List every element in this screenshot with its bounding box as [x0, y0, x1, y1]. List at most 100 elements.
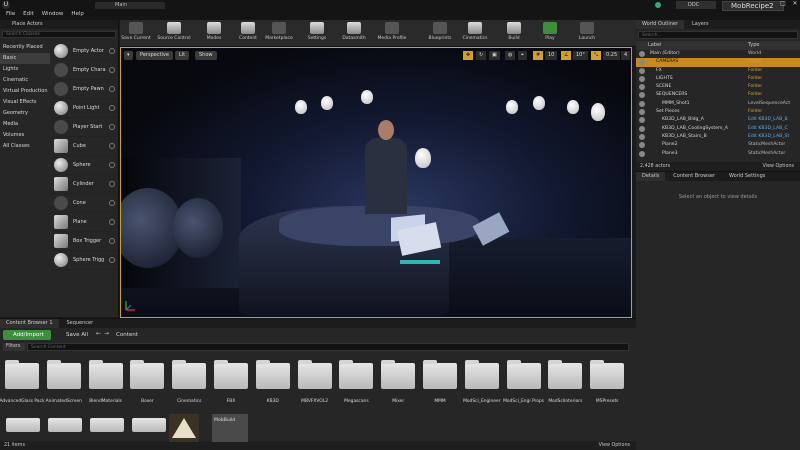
folder-item[interactable]: ModSciInteriors [546, 360, 584, 415]
folder-tile[interactable] [132, 418, 166, 432]
actor-cone[interactable]: Cone [52, 194, 118, 213]
tab-layers[interactable]: Layers [686, 20, 715, 29]
folder-item[interactable]: BlendMaterials [87, 360, 125, 415]
info-icon[interactable] [109, 200, 115, 206]
folder-item[interactable]: Cinematics [170, 360, 208, 415]
scale-snap-icon[interactable]: ⤡ [591, 51, 602, 60]
outliner-row[interactable]: LIGHTS Folder [636, 75, 800, 83]
column-type[interactable]: Type [748, 41, 759, 50]
info-icon[interactable] [109, 162, 115, 168]
forward-icon[interactable]: → [104, 330, 109, 337]
outliner-row-type[interactable]: Edit KB3D_LAB_C [748, 125, 788, 133]
folder-item[interactable]: ModSci_Engi Props [503, 360, 544, 415]
category-all-classes[interactable]: All Classes [0, 141, 50, 152]
outliner-row[interactable]: Plane2 StaticMeshActor [636, 141, 800, 149]
folder-item[interactable]: MBVFXVOL2 [296, 360, 334, 415]
outliner-row-type[interactable]: Edit KB3D_LAB_St [748, 133, 789, 141]
perspective-button[interactable]: Perspective [136, 51, 173, 60]
grid-snap-value[interactable]: 10 [545, 51, 558, 60]
ddc-indicator[interactable]: DDC [676, 1, 716, 9]
tab-world-outliner[interactable]: World Outliner [636, 20, 685, 29]
light-actor-icon[interactable] [321, 96, 333, 110]
camera-speed-value[interactable]: 4 [621, 51, 631, 60]
menu-edit[interactable]: Edit [23, 9, 34, 19]
folder-item[interactable]: MMM [421, 360, 459, 415]
level-viewport[interactable]: ▾ Perspective Lit Show ✥ ↻ ▣ ◍ ⌖ # 10 ∠ … [120, 47, 632, 318]
outliner-view-options[interactable]: View Options [763, 162, 794, 171]
tab-world-settings[interactable]: World Settings [723, 172, 771, 181]
visibility-eye-icon[interactable] [639, 125, 645, 132]
outliner-row[interactable]: Plane3 StaticMeshActor [636, 150, 800, 158]
visibility-eye-icon[interactable] [639, 92, 645, 99]
lit-button[interactable]: Lit [175, 51, 190, 60]
outliner-search-input[interactable]: Search... [638, 31, 798, 39]
actor-box-trigger[interactable]: Box Trigger [52, 232, 118, 251]
light-actor-icon[interactable] [591, 103, 605, 121]
tab-content-browser[interactable]: Content Browser [667, 172, 721, 181]
rotation-snap-value[interactable]: 10° [573, 51, 588, 60]
info-icon[interactable] [109, 181, 115, 187]
light-actor-icon[interactable] [361, 90, 373, 104]
back-icon[interactable]: ← [96, 330, 101, 337]
close-icon[interactable]: ✕ [790, 0, 800, 8]
actor-empty-pawn[interactable]: Empty Pawn [52, 80, 118, 99]
actor-player-start[interactable]: Player Start [52, 118, 118, 137]
info-icon[interactable] [109, 124, 115, 130]
light-actor-icon[interactable] [295, 100, 307, 114]
content-button[interactable]: Content [234, 21, 262, 46]
actor-cylinder[interactable]: Cylinder [52, 175, 118, 194]
scale-mode-icon[interactable]: ▣ [489, 51, 500, 60]
folder-item[interactable]: KB3D [254, 360, 292, 415]
outliner-row[interactable]: KB3D_LAB_Bldg_A Edit KB3D_LAB_B [636, 116, 800, 124]
folder-item[interactable]: AnimatedScreen [45, 360, 83, 415]
category-recently-placed[interactable]: Recently Placed [0, 42, 50, 53]
visibility-eye-icon[interactable] [639, 109, 645, 116]
filters-button[interactable]: Filters [3, 343, 25, 351]
folder-item[interactable]: ModSci_Engineer [463, 360, 501, 415]
menu-file[interactable]: File [6, 9, 15, 19]
outliner-row[interactable]: SCENE Folder [636, 83, 800, 91]
actor-empty-character[interactable]: Empty Chara [52, 61, 118, 80]
rotation-snap-icon[interactable]: ∠ [561, 51, 572, 60]
launch-button[interactable]: Launch [572, 21, 602, 46]
visibility-eye-icon[interactable] [639, 67, 645, 74]
cinematics-button[interactable]: Cinematics [458, 21, 492, 46]
grid-snap-icon[interactable]: # [533, 51, 544, 60]
info-icon[interactable] [109, 105, 115, 111]
visibility-eye-icon[interactable] [639, 100, 645, 107]
save-current-button[interactable]: Save Current [120, 21, 152, 46]
light-actor-icon[interactable] [533, 96, 545, 110]
save-all-button[interactable]: Save All [54, 330, 88, 340]
content-view-options[interactable]: View Options [599, 441, 630, 450]
folder-item[interactable]: Megascans [337, 360, 375, 415]
level-tab[interactable]: Main [95, 2, 165, 9]
info-icon[interactable] [109, 48, 115, 54]
transform-mode-icon[interactable]: ✥ [463, 51, 474, 60]
outliner-row[interactable]: FX Folder [636, 67, 800, 75]
info-icon[interactable] [109, 143, 115, 149]
maximize-icon[interactable]: □ [778, 0, 788, 8]
outliner-row[interactable]: CAMERAS Folder [636, 58, 800, 67]
actor-sphere-trigger[interactable]: Sphere Trigg [52, 251, 118, 270]
category-visual-effects[interactable]: Visual Effects [0, 97, 50, 108]
add-import-button[interactable]: Add/Import [3, 330, 51, 340]
light-actor-icon[interactable] [415, 148, 431, 168]
category-volumes[interactable]: Volumes [0, 130, 50, 141]
visibility-eye-icon[interactable] [639, 133, 645, 140]
place-actors-title[interactable]: Place Actors [0, 20, 118, 29]
folder-item[interactable]: MSPresets [588, 360, 626, 415]
content-search-input[interactable]: Search Content [27, 343, 629, 351]
visibility-eye-icon[interactable] [639, 150, 645, 157]
tab-content-browser-1[interactable]: Content Browser 1 [0, 319, 59, 328]
visibility-eye-icon[interactable] [639, 84, 645, 91]
info-icon[interactable] [109, 219, 115, 225]
media-profile-button[interactable]: Media Profile [374, 21, 410, 46]
category-lights[interactable]: Lights [0, 64, 50, 75]
tab-details[interactable]: Details [636, 172, 666, 181]
visibility-eye-icon[interactable] [639, 75, 645, 82]
actor-cube[interactable]: Cube [52, 137, 118, 156]
visibility-eye-icon[interactable] [639, 142, 645, 149]
actor-empty-actor[interactable]: Empty Actor [52, 42, 118, 61]
folder-item[interactable]: AdvancedGlass Pack [0, 360, 45, 415]
menu-help[interactable]: Help [71, 9, 84, 19]
